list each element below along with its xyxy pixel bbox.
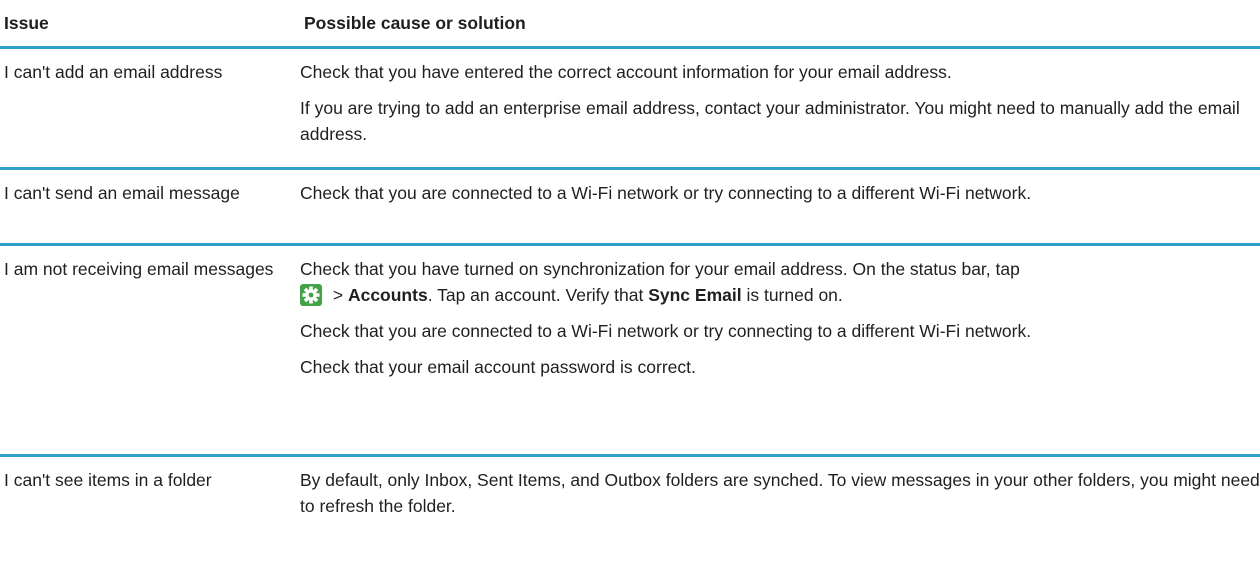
table-row: I can't see items in a folder By default… <box>0 457 1260 537</box>
issue-cell: I can't add an email address <box>4 62 223 82</box>
solution-cell: Check that you have entered the correct … <box>300 49 1260 167</box>
solution-text: Check that your email account password i… <box>300 357 696 377</box>
solution-text: Check that you are connected to a Wi-Fi … <box>300 321 1032 341</box>
header-issue: Issue <box>4 12 49 33</box>
solution-text: Check that you have entered the correct … <box>300 62 952 82</box>
sync-end: is turned on. <box>741 285 843 305</box>
table-row: I am not receiving email messages Check … <box>0 246 1260 454</box>
table-row: I can't add an email address Check that … <box>0 49 1260 167</box>
sync-mid: . Tap an account. Verify that <box>427 285 649 305</box>
solution-cell: Check that you have turned on synchroniz… <box>300 246 1260 454</box>
issue-cell: I can't send an email message <box>4 183 240 203</box>
sync-email-label: Sync Email <box>648 285 742 305</box>
sync-intro: Check that you have turned on synchroniz… <box>300 259 1020 279</box>
solution-text: By default, only Inbox, Sent Items, and … <box>300 470 1260 516</box>
solution-text: Check that you have turned on synchroniz… <box>300 256 1260 308</box>
accounts-label: Accounts <box>347 285 428 305</box>
troubleshooting-table: Issue Possible cause or solution I can't… <box>0 0 1260 537</box>
header-cause: Possible cause or solution <box>304 12 526 33</box>
table-header: Issue Possible cause or solution <box>0 0 1260 46</box>
solution-text: Check that you are connected to a Wi-Fi … <box>300 183 1032 203</box>
issue-cell: I am not receiving email messages <box>4 259 274 279</box>
solution-cell: Check that you are connected to a Wi-Fi … <box>300 170 1260 243</box>
issue-cell: I can't see items in a folder <box>4 470 212 490</box>
solution-cell: By default, only Inbox, Sent Items, and … <box>300 457 1260 537</box>
sync-sep: > <box>328 285 348 305</box>
solution-text: If you are trying to add an enterprise e… <box>300 98 1240 144</box>
table-row: I can't send an email message Check that… <box>0 170 1260 243</box>
gear-icon <box>300 284 322 306</box>
